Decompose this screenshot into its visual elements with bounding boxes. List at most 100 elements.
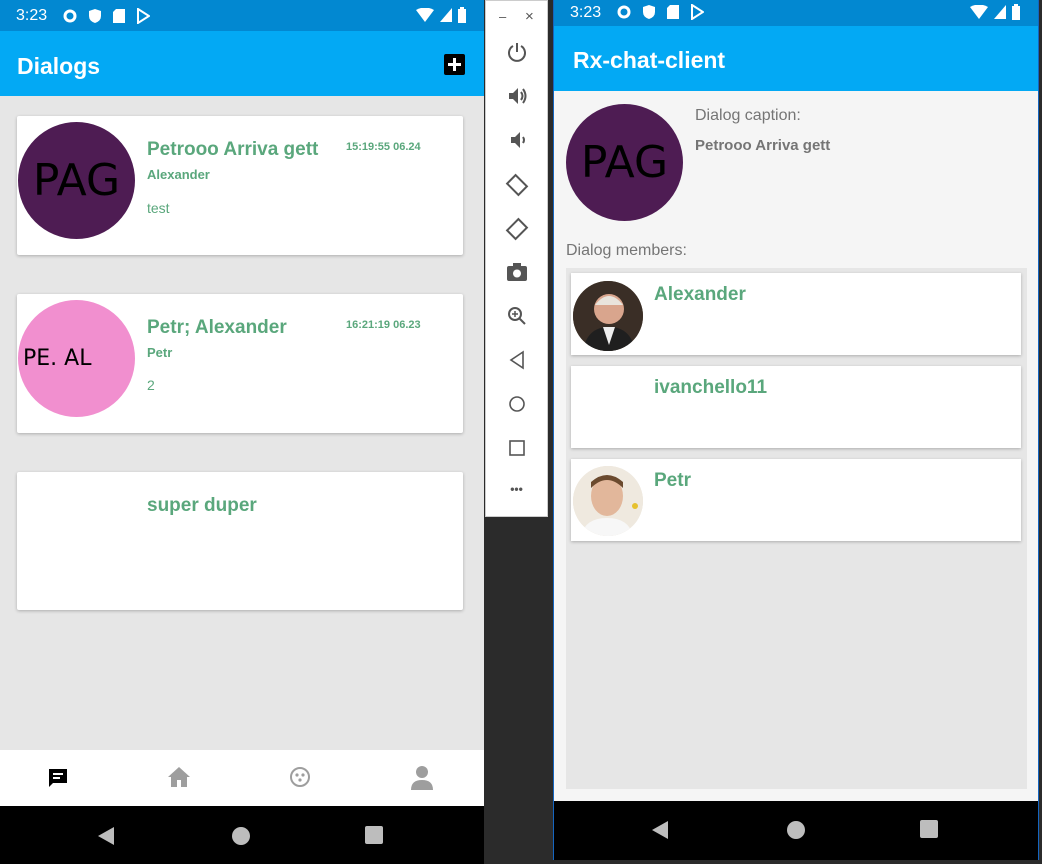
status-bar: 3:23 [0, 0, 484, 31]
member-item[interactable]: Alexander [571, 273, 1021, 355]
member-name: ivanchello11 [654, 377, 768, 398]
chat-icon [49, 769, 67, 787]
power-button[interactable] [486, 41, 547, 63]
members-list: Alexander ivanchello11 Petr [566, 268, 1027, 789]
system-nav-bar [0, 806, 484, 864]
avatar-text: PE. AL [23, 346, 92, 371]
signal-icon [440, 8, 452, 22]
sd-card-status-icon [113, 9, 125, 23]
dialog-sender: Alexander [147, 167, 210, 182]
wifi-icon [416, 8, 434, 22]
dialog-avatar: PAG [566, 104, 683, 221]
home-icon [508, 396, 525, 412]
member-avatar [573, 466, 643, 536]
rotate-left-button[interactable] [486, 173, 547, 197]
dialog-card[interactable]: PAG Petrooo Arriva gett 15:19:55 06.24 A… [17, 116, 463, 255]
more-icon: ••• [510, 482, 523, 496]
recents-nav-icon[interactable] [365, 826, 383, 844]
dialog-last-message: test [147, 200, 170, 216]
play-store-status-icon [137, 8, 150, 24]
avatar: PAG [18, 122, 135, 239]
dialog-title: super duper [147, 495, 257, 516]
dialog-title: Petr; Alexander [147, 317, 287, 338]
dialog-card[interactable]: super duper [17, 472, 463, 610]
status-right-icons [416, 7, 466, 23]
dialog-time: 15:19:55 06.24 [346, 141, 421, 153]
tab-home[interactable] [167, 766, 191, 793]
status-icons [616, 4, 704, 20]
recents-nav-icon[interactable] [920, 820, 938, 838]
home-nav-icon[interactable] [231, 826, 251, 846]
status-bar: 3:23 [554, 0, 1038, 26]
home-button[interactable] [486, 394, 547, 414]
back-button[interactable] [486, 350, 547, 370]
more-button[interactable]: ••• [486, 482, 547, 496]
bottom-tab-bar [0, 750, 484, 806]
dialog-details-screen: 3:23 Rx-chat-client PAG Dialog caption: … [553, 0, 1039, 860]
avatar: PE. AL [18, 300, 135, 417]
back-nav-icon[interactable] [651, 820, 669, 840]
app-bar: Dialogs [0, 31, 484, 96]
page-title: Rx-chat-client [573, 47, 726, 73]
add-dialog-button[interactable] [444, 54, 465, 75]
caption-value: Petrooo Arriva gett [695, 137, 831, 154]
zoom-button[interactable] [486, 306, 547, 326]
members-label: Dialog members: [566, 242, 687, 259]
zoom-icon [507, 307, 526, 325]
screenshot-button[interactable] [486, 262, 547, 282]
person-photo-icon [573, 466, 643, 536]
add-icon [448, 58, 461, 71]
back-nav-icon[interactable] [97, 826, 115, 846]
explore-icon [290, 767, 310, 787]
volume-down-icon [510, 132, 525, 148]
rotate-right-button[interactable] [486, 217, 547, 241]
dialog-title: Petrooo Arriva gett [147, 139, 319, 160]
person-photo-icon [573, 281, 643, 351]
system-nav-bar [554, 801, 1038, 860]
shield-status-icon [89, 9, 101, 23]
battery-icon [458, 7, 466, 23]
volume-down-button[interactable] [486, 129, 547, 151]
tab-profile[interactable] [410, 765, 434, 796]
tab-explore[interactable] [289, 766, 311, 793]
member-item[interactable]: ivanchello11 [571, 366, 1021, 448]
signal-icon [994, 5, 1006, 19]
member-name: Petr [654, 470, 691, 491]
tab-dialogs[interactable] [47, 767, 69, 794]
settings-status-icon [617, 5, 631, 19]
rotate-right-icon [505, 217, 528, 241]
volume-up-icon [508, 88, 526, 104]
sd-card-status-icon [667, 5, 679, 19]
battery-icon [1012, 4, 1020, 20]
close-button[interactable]: × [525, 8, 534, 25]
status-time: 3:23 [570, 4, 602, 21]
overview-icon [508, 440, 525, 456]
member-item[interactable]: Petr [571, 459, 1021, 541]
play-store-status-icon [691, 4, 704, 20]
power-icon [507, 43, 526, 62]
shield-status-icon [643, 5, 655, 19]
wifi-icon [970, 5, 988, 19]
avatar-text: PAG [32, 155, 121, 206]
dialog-last-message: 2 [147, 377, 155, 393]
dialog-sender: Petr [147, 345, 173, 360]
overview-button[interactable] [486, 438, 547, 458]
emulator-toolbar: – × ••• [485, 0, 548, 517]
camera-icon [506, 263, 527, 281]
volume-up-button[interactable] [486, 85, 547, 107]
status-right-icons [970, 4, 1020, 20]
dialog-time: 16:21:19 06.23 [346, 319, 421, 331]
avatar-text: PAG [580, 137, 669, 188]
dialog-card[interactable]: PE. AL Petr; Alexander 16:21:19 06.23 Pe… [17, 294, 463, 433]
settings-status-icon [63, 9, 77, 23]
status-time: 3:23 [16, 7, 48, 24]
member-avatar [573, 281, 643, 351]
page-title: Dialogs [17, 53, 101, 79]
minimize-button[interactable]: – [499, 9, 506, 24]
back-icon [509, 350, 524, 370]
dialogs-screen: 3:23 Dialogs PAG Petrooo Arriva gett 15:… [0, 0, 484, 864]
home-nav-icon[interactable] [786, 820, 806, 840]
member-name: Alexander [654, 284, 746, 305]
app-bar: Rx-chat-client [554, 26, 1038, 91]
person-icon [411, 766, 433, 790]
